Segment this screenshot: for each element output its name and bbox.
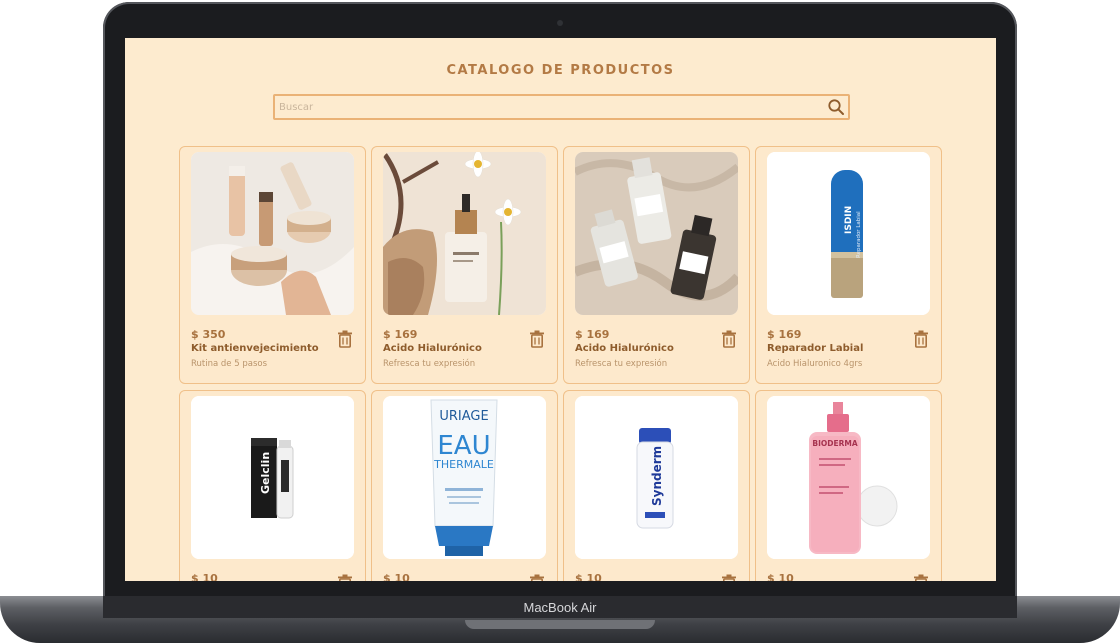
product-name: Acido Hialurónico	[383, 343, 482, 354]
product-image: BIODERMA	[767, 396, 930, 559]
product-image: Synderm	[575, 396, 738, 559]
product-card[interactable]: Gelclin $ 10	[179, 390, 366, 581]
product-price: $ 169	[767, 328, 802, 341]
bioderma-label: BIODERMA	[812, 439, 857, 448]
product-image: URIAGE EAU THERMALE	[383, 396, 546, 559]
product-description: Acido Hialuronico 4grs	[767, 359, 863, 369]
product-price: $ 10	[767, 572, 794, 581]
product-price: $ 169	[383, 328, 418, 341]
uriage-thermale-label: THERMALE	[433, 458, 494, 471]
isdin-label: ISDIN	[844, 206, 854, 234]
reparador-label: Reparador Labial	[856, 211, 862, 258]
product-price: $ 169	[575, 328, 610, 341]
product-price: $ 10	[383, 572, 410, 581]
product-grid: $ 350 Kit antienvejecimiento Rutina de 5…	[179, 146, 942, 581]
page-title: CATALOGO DE PRODUCTOS	[446, 63, 675, 78]
trash-icon[interactable]	[529, 574, 545, 581]
camera	[557, 20, 563, 26]
product-description: Refresca tu expresión	[575, 359, 668, 369]
trash-icon[interactable]	[529, 330, 545, 348]
uriage-brand-label: URIAGE	[439, 409, 488, 424]
product-card[interactable]: Synderm $ 10	[563, 390, 750, 581]
product-card[interactable]: URIAGE EAU THERMALE $ 10	[371, 390, 558, 581]
product-description: Refresca tu expresión	[383, 359, 476, 369]
uriage-eau-label: EAU	[437, 431, 490, 461]
product-name: Reparador Labial	[767, 343, 864, 354]
trash-icon[interactable]	[337, 574, 353, 581]
laptop-notch	[465, 620, 655, 629]
search-icon[interactable]	[827, 98, 845, 116]
gelclin-label: Gelclin	[259, 452, 272, 494]
app-screen: CATALOGO DE PRODUCTOS Buscar $ 350 Kit a…	[125, 38, 996, 581]
product-card[interactable]: $ 350 Kit antienvejecimiento Rutina de 5…	[179, 146, 366, 384]
trash-icon[interactable]	[913, 574, 929, 581]
product-name: Acido Hialurónico	[575, 343, 674, 354]
synderm-label: Synderm	[650, 446, 664, 506]
product-card[interactable]: $ 169 Acido Hialurónico Refresca tu expr…	[371, 146, 558, 384]
search-input[interactable]	[279, 98, 819, 116]
trash-icon[interactable]	[337, 330, 353, 348]
product-image	[191, 152, 354, 315]
trash-icon[interactable]	[913, 330, 929, 348]
search-bar	[273, 94, 850, 120]
product-description: Rutina de 5 pasos	[191, 359, 268, 369]
product-image: ISDIN Reparador Labial	[767, 152, 930, 315]
product-image	[383, 152, 546, 315]
product-image	[575, 152, 738, 315]
product-card[interactable]: BIODERMA $ 10	[755, 390, 942, 581]
trash-icon[interactable]	[721, 330, 737, 348]
product-card[interactable]: ISDIN Reparador Labial $ 169 Reparador L…	[755, 146, 942, 384]
product-name: Kit antienvejecimiento	[191, 343, 319, 354]
product-card[interactable]: $ 169 Acido Hialurónico Refresca tu expr…	[563, 146, 750, 384]
device-label: MacBook Air	[523, 600, 597, 615]
product-price: $ 10	[575, 572, 602, 581]
product-price: $ 10	[191, 572, 218, 581]
trash-icon[interactable]	[721, 574, 737, 581]
product-price: $ 350	[191, 328, 226, 341]
product-image: Gelclin	[191, 396, 354, 559]
